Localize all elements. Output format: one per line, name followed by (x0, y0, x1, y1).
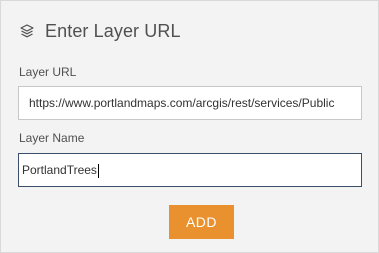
layer-url-value: https://www.portlandmaps.com/arcgis/rest… (29, 96, 335, 110)
layer-name-value: PortlandTrees (22, 163, 97, 177)
layer-url-label: Layer URL (19, 65, 77, 79)
layer-url-input[interactable]: https://www.portlandmaps.com/arcgis/rest… (18, 86, 362, 120)
enter-layer-url-panel: Enter Layer URL Layer URL https://www.po… (0, 0, 379, 253)
layer-name-label: Layer Name (19, 131, 85, 145)
layers-icon (18, 22, 36, 40)
page-title: Enter Layer URL (45, 20, 181, 41)
panel-header: Enter Layer URL (18, 20, 181, 42)
text-cursor (97, 163, 99, 178)
add-button[interactable]: ADD (169, 205, 234, 239)
layer-name-input[interactable]: PortlandTrees (18, 153, 362, 187)
